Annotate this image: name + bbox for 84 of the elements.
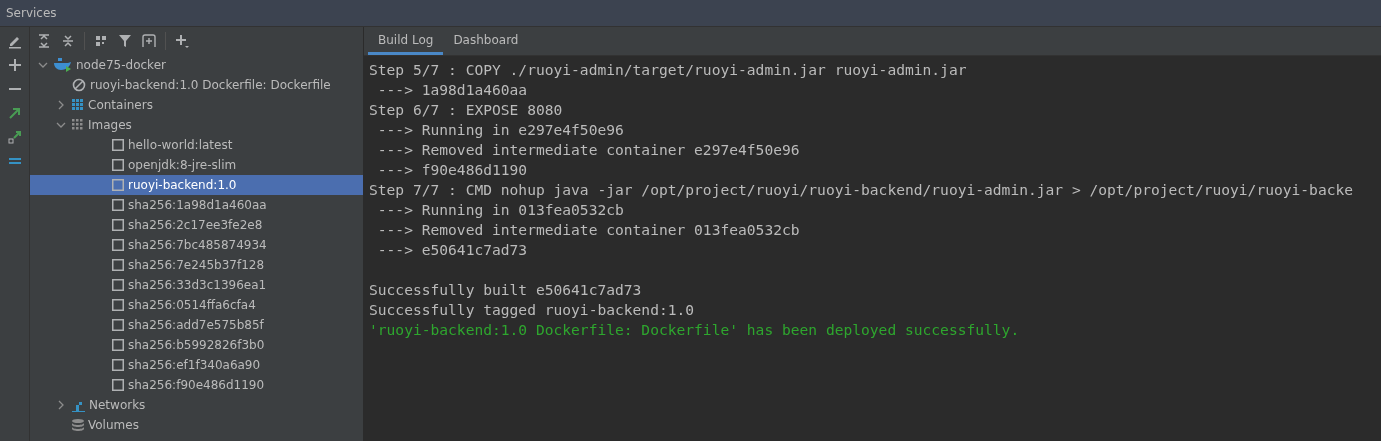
square-icon xyxy=(112,279,124,291)
collapse-all-icon[interactable] xyxy=(60,33,76,49)
tab[interactable]: Dashboard xyxy=(443,27,529,55)
tree-item-label: sha256:f90e486d1190 xyxy=(128,378,265,392)
tree-item-label: ruoyi-backend:1.0 Dockerfile: Dockerfile xyxy=(90,78,331,92)
tree-item-label: sha256:0514ffa6cfa4 xyxy=(128,298,256,312)
tree-item[interactable]: Volumes xyxy=(30,415,363,435)
tree-item[interactable]: sha256:7bc485874934 xyxy=(30,235,363,255)
window-title: Services xyxy=(6,6,57,20)
group-icon[interactable] xyxy=(93,33,109,49)
tree-item[interactable]: node75-docker xyxy=(30,55,363,75)
log-line: Step 6/7 : EXPOSE 8080 xyxy=(369,100,564,120)
tree-item-label: sha256:7e245b37f128 xyxy=(128,258,265,272)
tree-item[interactable]: sha256:b5992826f3b0 xyxy=(30,335,363,355)
tree-item[interactable]: Containers xyxy=(30,95,363,115)
tree-item-label: sha256:ef1f340a6a90 xyxy=(128,358,261,372)
tree-item-label: sha256:7bc485874934 xyxy=(128,238,267,252)
tree-item-label: ruoyi-backend:1.0 xyxy=(128,178,237,192)
tree-item[interactable]: sha256:2c17ee3fe2e8 xyxy=(30,215,363,235)
tree-item[interactable]: sha256:33d3c1396ea1 xyxy=(30,275,363,295)
square-icon xyxy=(112,319,124,331)
filter-icon[interactable] xyxy=(117,33,133,49)
tree-item-label: hello-world:latest xyxy=(128,138,233,152)
add-icon[interactable] xyxy=(6,57,23,73)
log-line: ---> Running in 013fea0532cb xyxy=(376,200,625,220)
square-icon xyxy=(112,339,124,351)
log-line: Successfully built e50641c7ad73 xyxy=(369,280,643,300)
arrow-icon[interactable] xyxy=(6,129,23,145)
square-icon xyxy=(112,159,124,171)
log-line: ---> Removed intermediate container e297e4f50e96 xyxy=(376,140,801,160)
tree-item[interactable]: Networks xyxy=(30,395,363,415)
log-line: Step 5/7 : COPY ./ruoyi-admin/target/ruoyi-admin.jar ruoyi-admin.jar xyxy=(369,60,968,80)
tree-item-label: sha256:2c17ee3fe2e8 xyxy=(128,218,263,232)
tree-item[interactable]: hello-world:latest xyxy=(30,135,363,155)
square-icon xyxy=(112,259,124,271)
log-line: ---> e50641c7ad73 xyxy=(376,240,529,260)
tree-item[interactable]: ruoyi-backend:1.0 xyxy=(30,175,363,195)
chevron-right-icon[interactable] xyxy=(56,100,66,110)
expand-all-icon[interactable] xyxy=(36,33,52,49)
tree-item-label: sha256:b5992826f3b0 xyxy=(128,338,265,352)
tree-item[interactable]: Images xyxy=(30,115,363,135)
log-line: ---> Removed intermediate container 013fea0532cb xyxy=(376,220,801,240)
chevron-right-icon[interactable] xyxy=(56,400,66,410)
frame-add-icon[interactable] xyxy=(141,33,157,49)
tree-item-label: sha256:add7e575b85f xyxy=(128,318,264,332)
tree-item-label: sha256:1a98d1a460aa xyxy=(128,198,267,212)
tree-item-label: Volumes xyxy=(88,418,139,432)
whale-icon xyxy=(54,58,72,72)
tree-item[interactable]: openjdk:8-jre-slim xyxy=(30,155,363,175)
log-line: ---> f90e486d1190 xyxy=(376,160,529,180)
grid-icon xyxy=(72,99,84,111)
tree-item-label: sha256:33d3c1396ea1 xyxy=(128,278,267,292)
tree-item-label: openjdk:8-jre-slim xyxy=(128,158,237,172)
tree-item[interactable]: sha256:add7e575b85f xyxy=(30,315,363,335)
tree-item-label: node75-docker xyxy=(76,58,166,72)
log-line: ---> 1a98d1a460aa xyxy=(376,80,529,100)
tree-item[interactable]: sha256:1a98d1a460aa xyxy=(30,195,363,215)
chevron-down-icon[interactable] xyxy=(56,120,66,130)
chevron-down-icon[interactable] xyxy=(38,60,48,70)
square-icon xyxy=(112,239,124,251)
dots-grid-icon xyxy=(72,119,84,131)
stop-icon xyxy=(72,78,86,92)
square-icon xyxy=(112,379,124,391)
tree-item[interactable]: sha256:7e245b37f128 xyxy=(30,255,363,275)
tree-item-label: Containers xyxy=(88,98,153,112)
square-icon xyxy=(112,179,124,191)
tree-item-label: Networks xyxy=(89,398,146,412)
tree-item[interactable]: sha256:ef1f340a6a90 xyxy=(30,355,363,375)
log-line: Step 7/7 : CMD nohup java -jar /opt/project/ruoyi/ruoyi-backend/ruoyi-admin.jar > /opt/project/ruoyi/ruoyi-backe xyxy=(369,180,1355,200)
log-line: Successfully tagged ruoyi-backend:1.0 xyxy=(369,300,696,320)
square-icon xyxy=(112,219,124,231)
square-icon xyxy=(112,299,124,311)
tree-item[interactable]: sha256:f90e486d1190 xyxy=(30,375,363,395)
tab[interactable]: Build Log xyxy=(368,27,444,55)
add-icon[interactable] xyxy=(174,33,190,49)
log-line: ---> Running in e297e4f50e96 xyxy=(376,120,625,140)
tree-item-label: Images xyxy=(88,118,132,132)
tree-item[interactable]: ruoyi-backend:1.0 Dockerfile: Dockerfile xyxy=(30,75,363,95)
square-icon xyxy=(112,139,124,151)
database-icon xyxy=(72,418,84,432)
tree-item[interactable]: sha256:0514ffa6cfa4 xyxy=(30,295,363,315)
square-icon xyxy=(112,359,124,371)
log-line: 'ruoyi-backend:1.0 Dockerfile: Dockerfile' has been deployed successfully. xyxy=(369,320,1021,340)
square-icon xyxy=(112,199,124,211)
